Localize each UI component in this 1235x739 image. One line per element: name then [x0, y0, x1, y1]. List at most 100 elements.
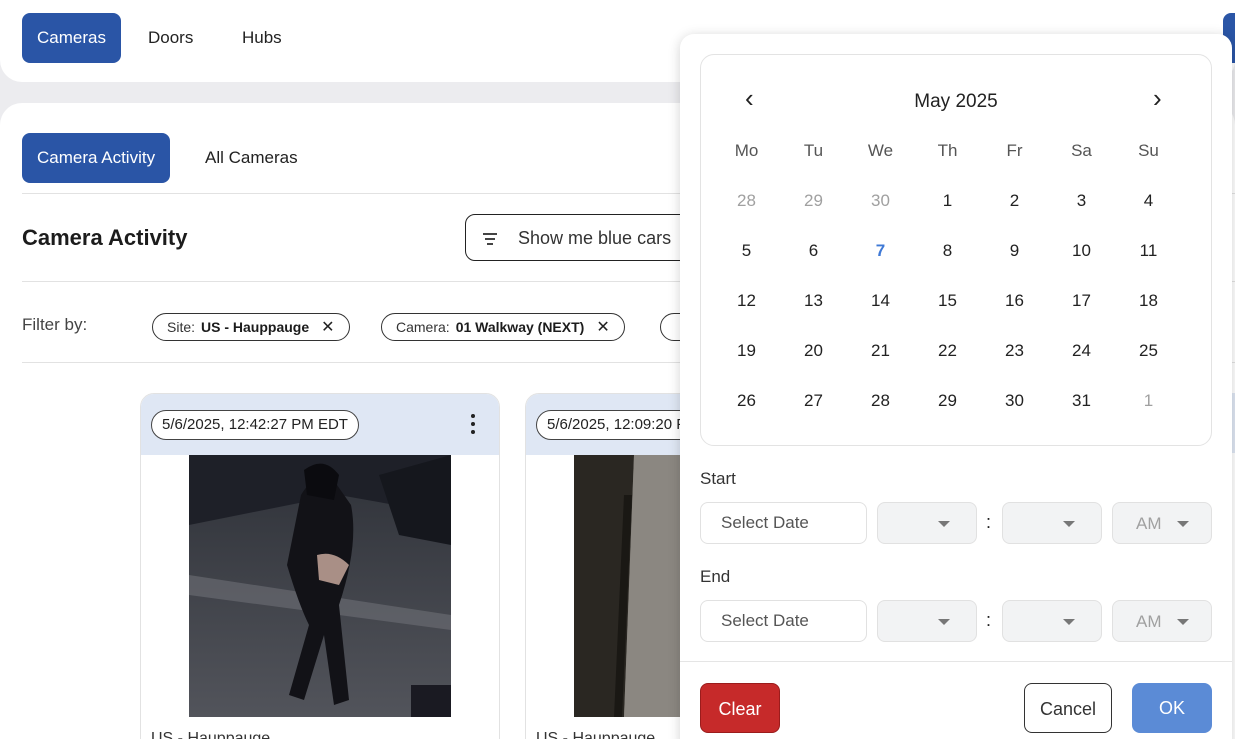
calendar-grid: Mo Tu We Th Fr Sa Su 28 29 30 1 2 3 4 5 6 7 8 9 10 11 12 13 14 1…: [713, 133, 1182, 433]
calendar-day[interactable]: 13: [780, 283, 847, 333]
start-hour-select[interactable]: [877, 502, 977, 544]
calendar-day[interactable]: 4: [1115, 183, 1182, 233]
end-ampm-select[interactable]: AM: [1112, 600, 1212, 642]
calendar-week-row: 28 29 30 1 2 3 4: [713, 183, 1182, 233]
calendar-day[interactable]: 19: [713, 333, 780, 383]
ampm-value: AM: [1136, 612, 1162, 631]
chevron-down-icon: [1063, 521, 1075, 527]
calendar-day[interactable]: 22: [914, 333, 981, 383]
nav-tab-cameras[interactable]: Cameras: [22, 13, 121, 63]
calendar-day[interactable]: 31: [1048, 383, 1115, 433]
calendar-week-row: 26 27 28 29 30 31 1: [713, 383, 1182, 433]
more-options-icon[interactable]: [471, 414, 475, 438]
end-hour-select[interactable]: [877, 600, 977, 642]
nav-tab-doors[interactable]: Doors: [133, 13, 208, 63]
clear-button[interactable]: Clear: [700, 683, 780, 733]
chip-key: Camera:: [396, 319, 450, 335]
calendar-month-label: May 2025: [914, 91, 998, 112]
card-site-label: US - Hauppauge: [151, 730, 271, 739]
time-separator: :: [986, 512, 992, 532]
weekday-label: Su: [1138, 141, 1159, 160]
cancel-button[interactable]: Cancel: [1024, 683, 1112, 733]
calendar-day[interactable]: 3: [1048, 183, 1115, 233]
chip-key: Site:: [167, 319, 196, 335]
filter-icon: [483, 233, 497, 248]
ok-button[interactable]: OK: [1132, 683, 1212, 733]
end-label: End: [700, 567, 731, 586]
tab-camera-activity[interactable]: Camera Activity: [22, 133, 171, 183]
start-ampm-select[interactable]: AM: [1112, 502, 1212, 544]
calendar-day[interactable]: 11: [1115, 233, 1182, 283]
calendar-day[interactable]: 9: [981, 233, 1048, 283]
next-month-icon[interactable]: ›: [1153, 85, 1162, 111]
calendar: ‹ May 2025 › Mo Tu We Th Fr Sa Su 28 29 30 1 2 3 4 5 6 7…: [700, 54, 1212, 446]
search-input-value: Show me blue cars: [518, 228, 672, 248]
weekday-label: Th: [937, 141, 958, 160]
weekday-label: Mo: [734, 141, 759, 160]
calendar-day[interactable]: 24: [1048, 333, 1115, 383]
calendar-day[interactable]: 2: [981, 183, 1048, 233]
chevron-down-icon: [1063, 619, 1075, 625]
calendar-day[interactable]: 27: [780, 383, 847, 433]
calendar-day[interactable]: 1: [914, 183, 981, 233]
weekday-label: We: [867, 141, 894, 160]
calendar-day[interactable]: 30: [981, 383, 1048, 433]
page-title: Camera Activity: [22, 225, 188, 250]
filter-chip-camera: Camera: 01 Walkway (NEXT) ✕: [381, 313, 625, 341]
timestamp-badge: 5/6/2025, 12:42:27 PM EDT: [151, 410, 359, 440]
calendar-day[interactable]: 10: [1048, 233, 1115, 283]
weekday-label: Sa: [1071, 141, 1092, 160]
calendar-day[interactable]: 23: [981, 333, 1048, 383]
calendar-day[interactable]: 6: [780, 233, 847, 283]
weekday-header-row: Mo Tu We Th Fr Sa Su: [713, 133, 1182, 183]
end-minute-select[interactable]: [1002, 600, 1102, 642]
calendar-day[interactable]: 1: [1115, 383, 1182, 433]
calendar-week-row: 5 6 7 8 9 10 11: [713, 233, 1182, 283]
divider: [680, 661, 1232, 662]
nav-tab-hubs[interactable]: Hubs: [227, 13, 297, 63]
weekday-label: Tu: [803, 141, 824, 160]
time-separator: :: [986, 610, 992, 630]
calendar-day[interactable]: 12: [713, 283, 780, 333]
filter-chip-site: Site: US - Hauppauge ✕: [152, 313, 350, 341]
calendar-day[interactable]: 20: [780, 333, 847, 383]
calendar-day[interactable]: 8: [914, 233, 981, 283]
calendar-day[interactable]: 5: [713, 233, 780, 283]
start-label: Start: [700, 469, 736, 488]
calendar-day[interactable]: 28: [847, 383, 914, 433]
calendar-day[interactable]: 14: [847, 283, 914, 333]
remove-filter-icon[interactable]: ✕: [596, 319, 609, 336]
calendar-week-row: 19 20 21 22 23 24 25: [713, 333, 1182, 383]
chevron-down-icon: [938, 521, 950, 527]
camera-snapshot-image[interactable]: [189, 455, 451, 717]
chip-value: 01 Walkway (NEXT): [455, 319, 585, 335]
calendar-day[interactable]: 21: [847, 333, 914, 383]
filter-label: Filter by:: [22, 315, 88, 334]
calendar-day[interactable]: 25: [1115, 333, 1182, 383]
end-date-input[interactable]: Select Date: [700, 600, 867, 642]
tab-all-cameras[interactable]: All Cameras: [190, 133, 313, 183]
calendar-day[interactable]: 28: [713, 183, 780, 233]
calendar-day[interactable]: 29: [914, 383, 981, 433]
chip-value: US - Hauppauge: [201, 319, 310, 335]
calendar-day[interactable]: 16: [981, 283, 1048, 333]
date-range-picker: ‹ May 2025 › Mo Tu We Th Fr Sa Su 28 29 30 1 2 3 4 5 6 7…: [680, 34, 1232, 739]
calendar-day-today[interactable]: 7: [847, 233, 914, 283]
calendar-day[interactable]: 17: [1048, 283, 1115, 333]
chevron-down-icon: [938, 619, 950, 625]
start-date-input[interactable]: Select Date: [700, 502, 867, 544]
calendar-day[interactable]: 26: [713, 383, 780, 433]
chevron-down-icon: [1177, 619, 1189, 625]
calendar-day[interactable]: 30: [847, 183, 914, 233]
calendar-week-row: 12 13 14 15 16 17 18: [713, 283, 1182, 333]
calendar-day[interactable]: 15: [914, 283, 981, 333]
ampm-value: AM: [1136, 514, 1162, 533]
activity-card[interactable]: 5/6/2025, 12:42:27 PM EDT US - Hauppauge: [140, 393, 500, 739]
chevron-down-icon: [1177, 521, 1189, 527]
remove-filter-icon[interactable]: ✕: [321, 319, 334, 336]
calendar-day[interactable]: 29: [780, 183, 847, 233]
weekday-label: Fr: [1006, 141, 1023, 160]
calendar-day[interactable]: 18: [1115, 283, 1182, 333]
card-site-label: US - Hauppauge: [536, 730, 656, 739]
start-minute-select[interactable]: [1002, 502, 1102, 544]
